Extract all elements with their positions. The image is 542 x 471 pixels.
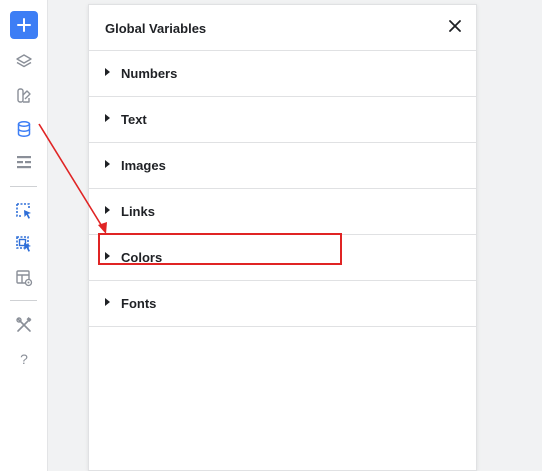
annotation-arrow <box>38 123 107 234</box>
